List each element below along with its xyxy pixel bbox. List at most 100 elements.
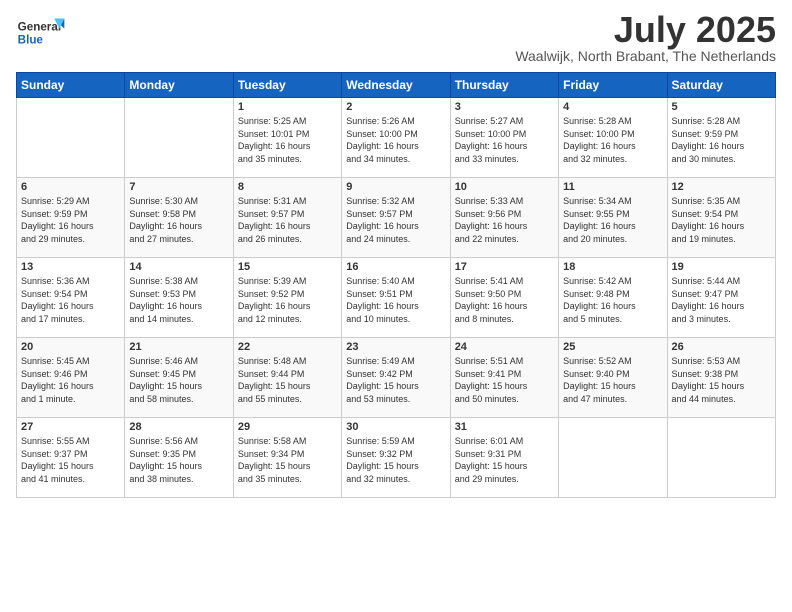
calendar-table: Sunday Monday Tuesday Wednesday Thursday… bbox=[16, 72, 776, 498]
day-number: 4 bbox=[563, 101, 662, 113]
cell-w2-d2: 7 Sunrise: 5:30 AM Sunset: 9:58 PM Daylig… bbox=[125, 178, 233, 258]
cell-w3-d5: 17Sunrise: 5:41 AM Sunset: 9:50 PM Dayli… bbox=[450, 258, 558, 338]
cell-w3-d3: 15Sunrise: 5:39 AM Sunset: 9:52 PM Dayli… bbox=[233, 258, 341, 338]
day-number: 31 bbox=[455, 421, 554, 433]
location: Waalwijk, North Brabant, The Netherlands bbox=[515, 48, 776, 64]
day-number: 9 bbox=[346, 181, 445, 193]
cell-w5-d4: 30Sunrise: 5:59 AM Sunset: 9:32 PM Dayli… bbox=[342, 418, 450, 498]
day-number: 20 bbox=[21, 341, 120, 353]
day-number: 26 bbox=[672, 341, 771, 353]
day-info: Sunrise: 5:31 AM Sunset: 9:57 PM Dayligh… bbox=[238, 195, 337, 245]
cell-w1-d3: 1 Sunrise: 5:25 AM Sunset: 10:01 PM Dayli… bbox=[233, 98, 341, 178]
calendar-header-row: Sunday Monday Tuesday Wednesday Thursday… bbox=[17, 73, 776, 98]
day-number: 24 bbox=[455, 341, 554, 353]
cell-w4-d7: 26 Sunrise: 5:53 AM Sunset: 9:38 PM Dayli… bbox=[667, 338, 775, 418]
day-info: Sunrise: 5:33 AM Sunset: 9:56 PM Dayligh… bbox=[455, 195, 554, 245]
cell-w1-d6: 4 Sunrise: 5:28 AM Sunset: 10:00 PM Dayli… bbox=[559, 98, 667, 178]
day-number: 3 bbox=[455, 101, 554, 113]
logo: General Blue bbox=[16, 12, 66, 52]
page: General Blue July 2025 Waalwijk, North B… bbox=[0, 0, 792, 506]
cell-w5-d1: 27 Sunrise: 5:55 AM Sunset: 9:37 PM Dayli… bbox=[17, 418, 125, 498]
cell-w5-d2: 28 Sunrise: 5:56 AM Sunset: 9:35 PM Dayli… bbox=[125, 418, 233, 498]
day-number: 5 bbox=[672, 101, 771, 113]
day-number: 11 bbox=[563, 181, 662, 193]
day-number: 18 bbox=[563, 261, 662, 273]
day-number: 23 bbox=[346, 341, 445, 353]
cell-w4-d4: 23 Sunrise: 5:49 AM Sunset: 9:42 PM Dayli… bbox=[342, 338, 450, 418]
cell-w5-d6 bbox=[559, 418, 667, 498]
day-number: 21 bbox=[129, 341, 228, 353]
col-saturday: Saturday bbox=[667, 73, 775, 98]
col-wednesday: Wednesday bbox=[342, 73, 450, 98]
cell-w2-d7: 12Sunrise: 5:35 AM Sunset: 9:54 PM Dayli… bbox=[667, 178, 775, 258]
day-number: 8 bbox=[238, 181, 337, 193]
cell-w3-d2: 14 Sunrise: 5:38 AM Sunset: 9:53 PM Dayli… bbox=[125, 258, 233, 338]
day-info: Sunrise: 5:42 AM Sunset: 9:48 PM Dayligh… bbox=[563, 275, 662, 325]
cell-w2-d1: 6Sunrise: 5:29 AM Sunset: 9:59 PM Daylig… bbox=[17, 178, 125, 258]
day-info: Sunrise: 5:34 AM Sunset: 9:55 PM Dayligh… bbox=[563, 195, 662, 245]
cell-w2-d4: 9 Sunrise: 5:32 AM Sunset: 9:57 PM Daylig… bbox=[342, 178, 450, 258]
day-info: Sunrise: 5:46 AM Sunset: 9:45 PM Dayligh… bbox=[129, 355, 228, 405]
day-number: 14 bbox=[129, 261, 228, 273]
cell-w1-d2 bbox=[125, 98, 233, 178]
day-number: 1 bbox=[238, 101, 337, 113]
cell-w4-d1: 20 Sunrise: 5:45 AM Sunset: 9:46 PM Dayli… bbox=[17, 338, 125, 418]
day-info: Sunrise: 5:28 AM Sunset: 9:59 PM Dayligh… bbox=[672, 115, 771, 165]
day-number: 6 bbox=[21, 181, 120, 193]
cell-w4-d2: 21 Sunrise: 5:46 AM Sunset: 9:45 PM Dayli… bbox=[125, 338, 233, 418]
day-info: Sunrise: 5:40 AM Sunset: 9:51 PM Dayligh… bbox=[346, 275, 445, 325]
week-row-3: 13 Sunrise: 5:36 AM Sunset: 9:54 PM Dayli… bbox=[17, 258, 776, 338]
day-info: Sunrise: 5:30 AM Sunset: 9:58 PM Dayligh… bbox=[129, 195, 228, 245]
col-sunday: Sunday bbox=[17, 73, 125, 98]
cell-w1-d4: 2 Sunrise: 5:26 AM Sunset: 10:00 PM Dayli… bbox=[342, 98, 450, 178]
cell-w1-d7: 5 Sunrise: 5:28 AM Sunset: 9:59 PM Daylig… bbox=[667, 98, 775, 178]
day-info: Sunrise: 5:26 AM Sunset: 10:00 PM Daylig… bbox=[346, 115, 445, 165]
day-number: 25 bbox=[563, 341, 662, 353]
cell-w5-d5: 31 Sunrise: 6:01 AM Sunset: 9:31 PM Dayli… bbox=[450, 418, 558, 498]
day-info: Sunrise: 5:58 AM Sunset: 9:34 PM Dayligh… bbox=[238, 435, 337, 485]
day-info: Sunrise: 5:59 AM Sunset: 9:32 PM Dayligh… bbox=[346, 435, 445, 485]
day-info: Sunrise: 5:38 AM Sunset: 9:53 PM Dayligh… bbox=[129, 275, 228, 325]
day-info: Sunrise: 5:28 AM Sunset: 10:00 PM Daylig… bbox=[563, 115, 662, 165]
day-number: 2 bbox=[346, 101, 445, 113]
cell-w2-d3: 8 Sunrise: 5:31 AM Sunset: 9:57 PM Daylig… bbox=[233, 178, 341, 258]
day-number: 16 bbox=[346, 261, 445, 273]
day-number: 13 bbox=[21, 261, 120, 273]
day-info: Sunrise: 5:45 AM Sunset: 9:46 PM Dayligh… bbox=[21, 355, 120, 405]
day-info: Sunrise: 5:36 AM Sunset: 9:54 PM Dayligh… bbox=[21, 275, 120, 325]
day-info: Sunrise: 5:55 AM Sunset: 9:37 PM Dayligh… bbox=[21, 435, 120, 485]
day-info: Sunrise: 5:44 AM Sunset: 9:47 PM Dayligh… bbox=[672, 275, 771, 325]
col-tuesday: Tuesday bbox=[233, 73, 341, 98]
svg-text:Blue: Blue bbox=[18, 34, 44, 47]
day-number: 7 bbox=[129, 181, 228, 193]
day-info: Sunrise: 5:56 AM Sunset: 9:35 PM Dayligh… bbox=[129, 435, 228, 485]
cell-w2-d6: 11 Sunrise: 5:34 AM Sunset: 9:55 PM Dayli… bbox=[559, 178, 667, 258]
cell-w5-d7 bbox=[667, 418, 775, 498]
day-info: Sunrise: 5:32 AM Sunset: 9:57 PM Dayligh… bbox=[346, 195, 445, 245]
header: General Blue July 2025 Waalwijk, North B… bbox=[16, 12, 776, 64]
day-info: Sunrise: 5:25 AM Sunset: 10:01 PM Daylig… bbox=[238, 115, 337, 165]
day-info: Sunrise: 5:41 AM Sunset: 9:50 PM Dayligh… bbox=[455, 275, 554, 325]
cell-w1-d5: 3Sunrise: 5:27 AM Sunset: 10:00 PM Dayli… bbox=[450, 98, 558, 178]
day-number: 29 bbox=[238, 421, 337, 433]
cell-w3-d4: 16 Sunrise: 5:40 AM Sunset: 9:51 PM Dayli… bbox=[342, 258, 450, 338]
week-row-1: 1 Sunrise: 5:25 AM Sunset: 10:01 PM Dayli… bbox=[17, 98, 776, 178]
day-info: Sunrise: 5:49 AM Sunset: 9:42 PM Dayligh… bbox=[346, 355, 445, 405]
week-row-5: 27 Sunrise: 5:55 AM Sunset: 9:37 PM Dayli… bbox=[17, 418, 776, 498]
day-number: 27 bbox=[21, 421, 120, 433]
cell-w2-d5: 10Sunrise: 5:33 AM Sunset: 9:56 PM Dayli… bbox=[450, 178, 558, 258]
title-area: July 2025 Waalwijk, North Brabant, The N… bbox=[515, 12, 776, 64]
day-info: Sunrise: 6:01 AM Sunset: 9:31 PM Dayligh… bbox=[455, 435, 554, 485]
svg-text:General: General bbox=[18, 20, 61, 33]
cell-w3-d1: 13 Sunrise: 5:36 AM Sunset: 9:54 PM Dayli… bbox=[17, 258, 125, 338]
cell-w3-d7: 19 Sunrise: 5:44 AM Sunset: 9:47 PM Dayli… bbox=[667, 258, 775, 338]
day-info: Sunrise: 5:48 AM Sunset: 9:44 PM Dayligh… bbox=[238, 355, 337, 405]
day-info: Sunrise: 5:53 AM Sunset: 9:38 PM Dayligh… bbox=[672, 355, 771, 405]
cell-w4-d5: 24Sunrise: 5:51 AM Sunset: 9:41 PM Dayli… bbox=[450, 338, 558, 418]
cell-w1-d1 bbox=[17, 98, 125, 178]
day-number: 19 bbox=[672, 261, 771, 273]
day-number: 28 bbox=[129, 421, 228, 433]
day-info: Sunrise: 5:52 AM Sunset: 9:40 PM Dayligh… bbox=[563, 355, 662, 405]
col-thursday: Thursday bbox=[450, 73, 558, 98]
day-number: 12 bbox=[672, 181, 771, 193]
